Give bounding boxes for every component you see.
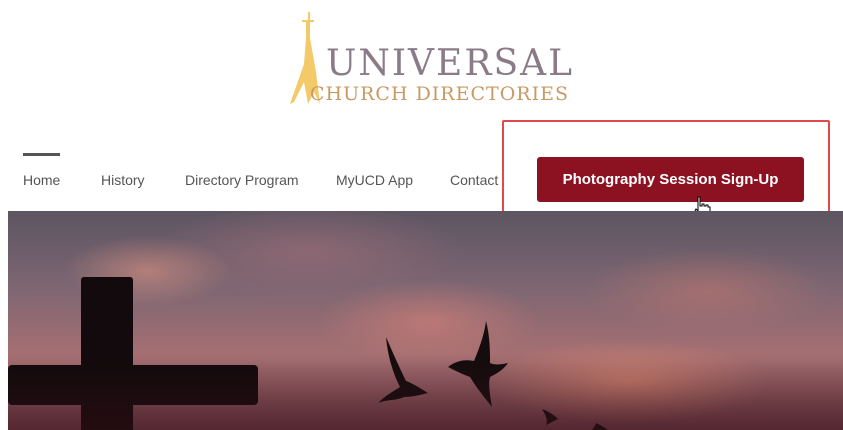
nav-item-home[interactable]: Home bbox=[23, 172, 60, 188]
logo-subtitle: CHURCH DIRECTORIES bbox=[310, 83, 569, 105]
nav-item-myucd-app[interactable]: MyUCD App bbox=[336, 172, 413, 188]
photography-signup-button[interactable]: Photography Session Sign-Up bbox=[537, 157, 804, 202]
logo-wordmark: UNIVERSAL bbox=[326, 43, 575, 84]
hero-image bbox=[8, 211, 843, 430]
hero-silhouettes bbox=[8, 277, 843, 430]
active-indicator bbox=[23, 153, 60, 156]
site-logo[interactable]: UNIVERSAL CHURCH DIRECTORIES bbox=[0, 0, 843, 120]
nav-item-history[interactable]: History bbox=[101, 172, 145, 188]
nav-item-contact[interactable]: Contact bbox=[450, 172, 498, 188]
nav-item-directory-program[interactable]: Directory Program bbox=[185, 172, 299, 188]
